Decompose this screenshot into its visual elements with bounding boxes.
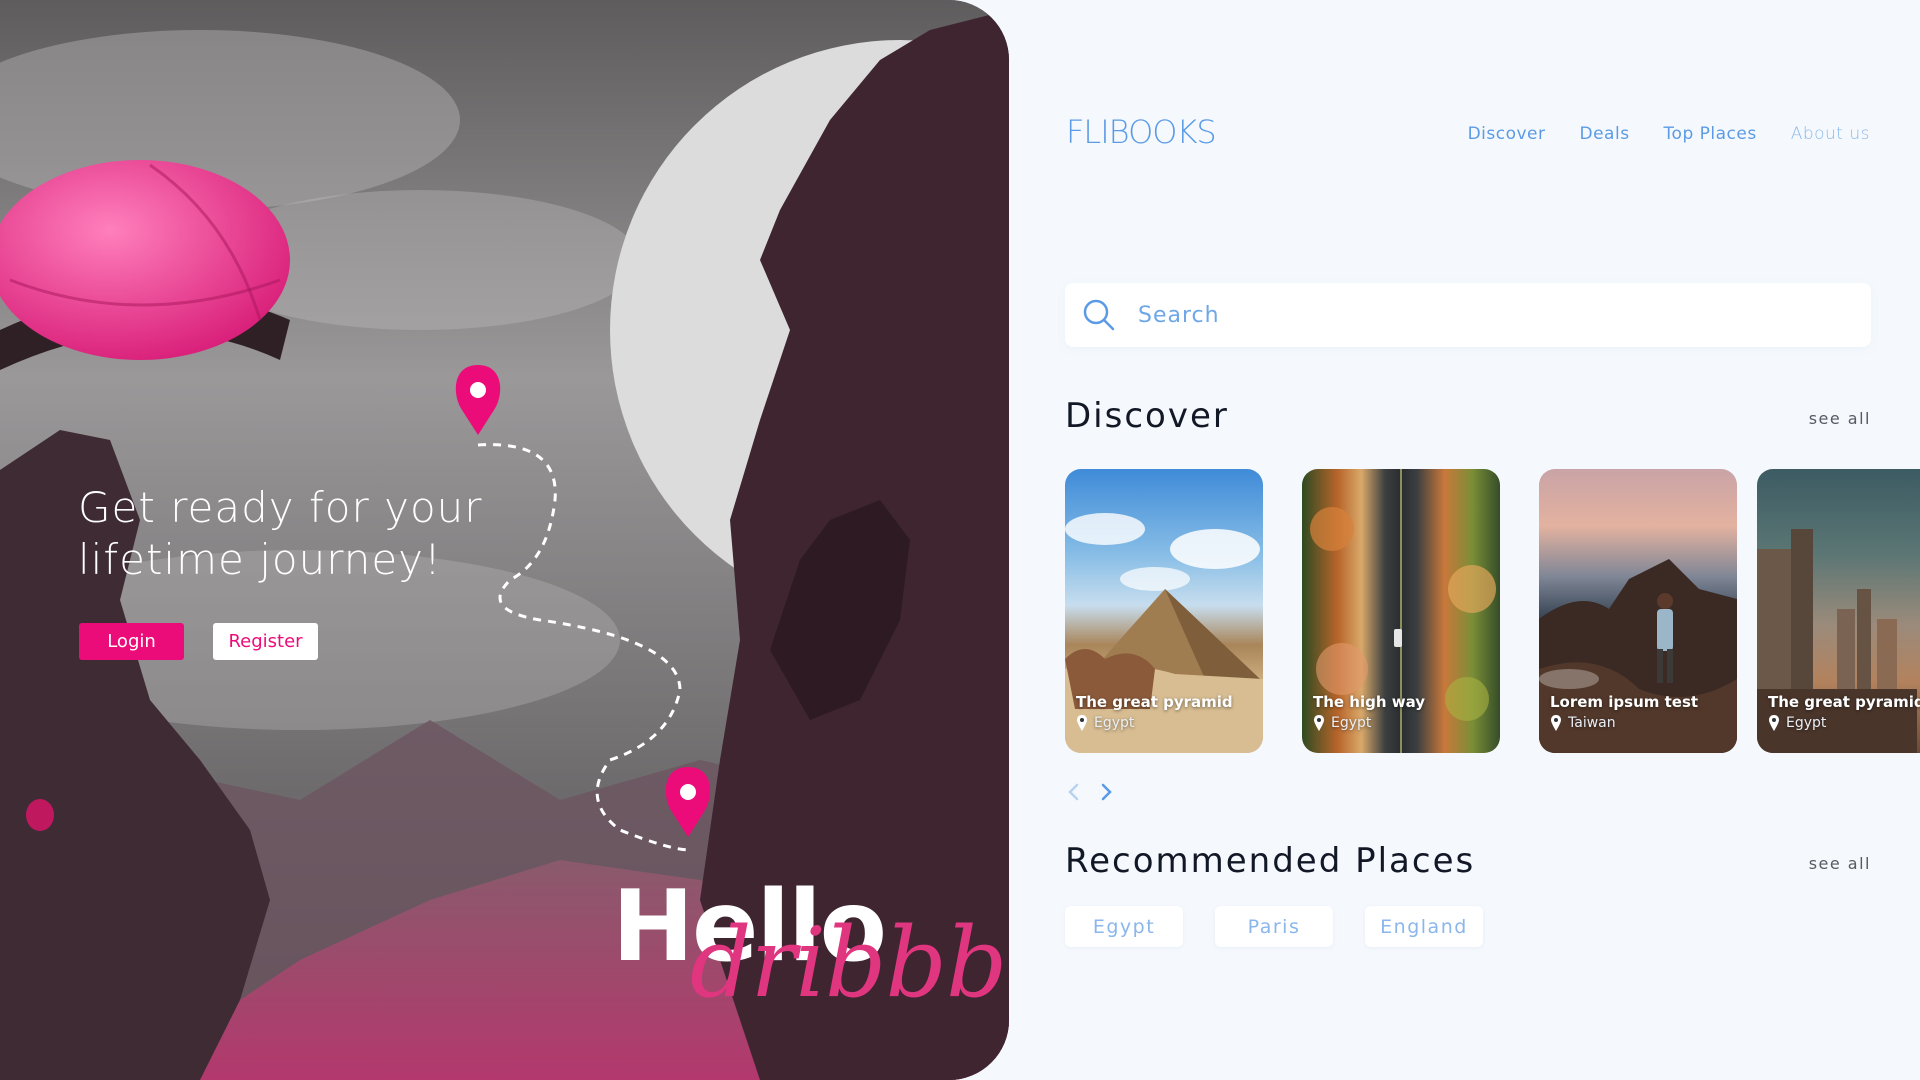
recommended-see-all-link[interactable]: see all [1809, 854, 1871, 873]
card-title: The great pyramid [1768, 693, 1920, 711]
register-button[interactable]: Register [213, 623, 318, 660]
chevron-right-icon[interactable] [1097, 781, 1115, 803]
nav-deals[interactable]: Deals [1580, 124, 1630, 144]
location-pin-icon [1551, 715, 1561, 731]
card-location: Egypt [1094, 715, 1135, 731]
recommended-places: Egypt Paris England [1065, 906, 1483, 947]
discover-card[interactable]: The high way Egypt [1302, 469, 1500, 753]
card-title: The high way [1313, 693, 1426, 711]
discover-card[interactable]: The great pyramid Egypt [1757, 469, 1920, 753]
card-title: Lorem ipsum test [1550, 693, 1699, 711]
brand-logo[interactable]: FLIBOOKS [1066, 113, 1217, 151]
nav-discover[interactable]: Discover [1468, 124, 1546, 144]
recommended-title: Recommended Places [1065, 841, 1476, 881]
card-location: Egypt [1786, 715, 1827, 731]
dribbble-script-text: dribbble [690, 907, 1009, 1019]
search-input[interactable] [1138, 302, 1838, 328]
discover-title: Discover [1065, 396, 1229, 436]
location-pin-icon [1769, 715, 1779, 731]
nav-top-places[interactable]: Top Places [1664, 124, 1757, 144]
login-button[interactable]: Login [79, 623, 184, 660]
search-icon[interactable] [1082, 298, 1116, 332]
location-pin-icon [1314, 715, 1324, 731]
carousel-nav [1065, 781, 1115, 803]
place-chip-england[interactable]: England [1365, 906, 1483, 947]
hero-banner: Get ready for your lifetime journey! Log… [0, 0, 1009, 1080]
place-chip-paris[interactable]: Paris [1215, 906, 1333, 947]
discover-see-all-link[interactable]: see all [1809, 409, 1871, 428]
card-location: Egypt [1331, 715, 1372, 731]
nav-about-us[interactable]: About us [1791, 124, 1870, 144]
search-bar [1065, 283, 1871, 347]
hero-tagline: Get ready for your lifetime journey! [78, 483, 483, 584]
main-nav: Discover Deals Top Places About us [1468, 124, 1870, 144]
discover-card[interactable]: The great pyramid Egypt [1065, 469, 1263, 753]
card-location: Taiwan [1568, 715, 1616, 731]
discover-card[interactable]: Lorem ipsum test Taiwan [1539, 469, 1737, 753]
auth-buttons: Login Register [79, 623, 318, 660]
card-title: The great pyramid [1076, 693, 1233, 711]
chevron-left-icon[interactable] [1065, 781, 1083, 803]
place-chip-egypt[interactable]: Egypt [1065, 906, 1183, 947]
location-pin-icon [1077, 715, 1087, 731]
discover-carousel: The great pyramid Egypt The high way Egy… [1065, 469, 1920, 754]
